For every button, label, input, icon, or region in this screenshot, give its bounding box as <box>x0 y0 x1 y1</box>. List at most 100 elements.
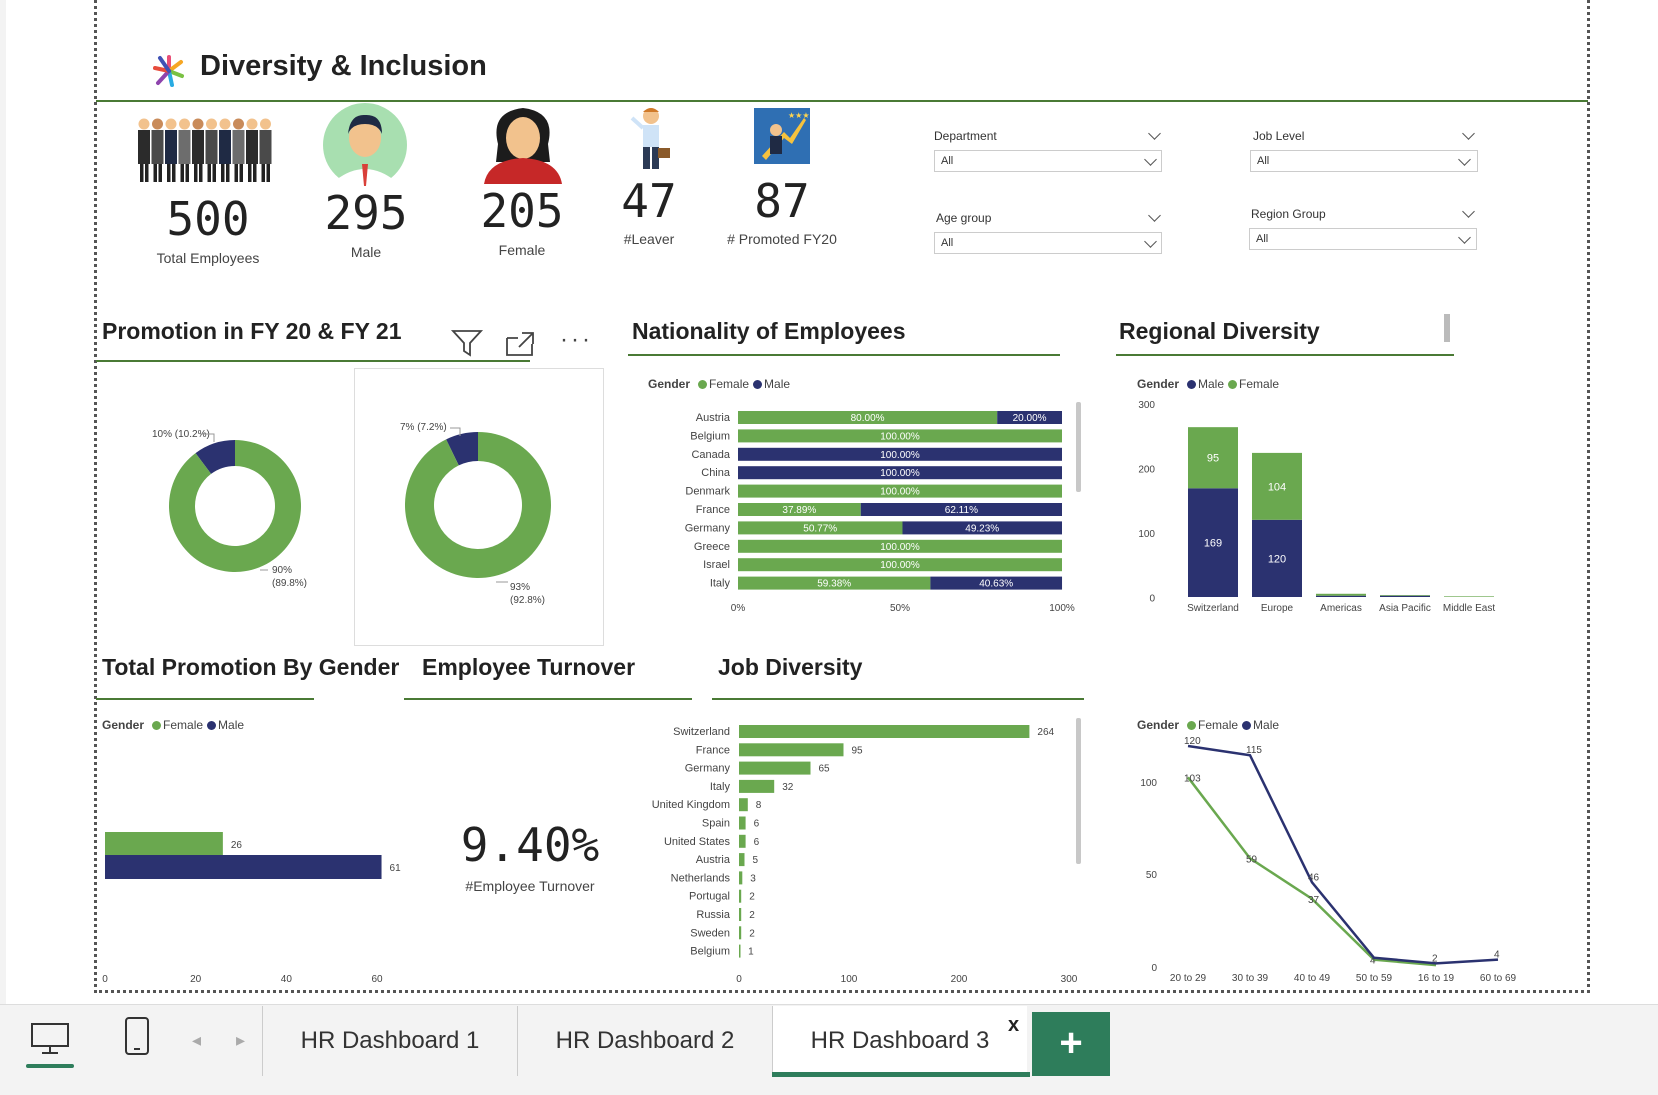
job-category-label: Russia <box>696 909 731 921</box>
promotion-data-label: 61 <box>390 863 402 874</box>
nationality-data-label: 59.38% <box>817 579 851 590</box>
age-data-label: 2 <box>1432 953 1438 964</box>
nationality-tick-label: 50% <box>890 603 910 614</box>
scrollbar-thumb <box>1076 718 1081 864</box>
job-bar <box>739 725 1030 738</box>
age-x-tick: 60 to 69 <box>1480 973 1517 984</box>
desktop-view-icon[interactable] <box>30 1022 70 1056</box>
job-category-label: Belgium <box>690 946 730 958</box>
regional-category-label: Switzerland <box>1187 603 1239 614</box>
regional-data-label: 104 <box>1268 481 1286 493</box>
job-data-label: 32 <box>782 782 794 793</box>
scrollbar-thumb <box>1076 402 1081 492</box>
nationality-category-label: Italy <box>710 578 731 590</box>
job-data-label: 95 <box>852 745 864 756</box>
charts-layer: 10% (10.2%)90%(89.8%)7% (7.2%)93%(92.8%)… <box>102 400 1517 985</box>
job-data-label: 2 <box>749 892 755 903</box>
age-data-label: 103 <box>1184 773 1201 784</box>
regional-y-tick: 0 <box>1149 594 1155 605</box>
age-data-label: 37 <box>1308 895 1320 906</box>
nationality-tick-label: 100% <box>1049 603 1075 614</box>
job-bar <box>739 798 748 812</box>
next-page-icon[interactable]: ▸ <box>236 1030 245 1051</box>
job-data-label: 3 <box>750 873 756 884</box>
age-x-tick: 50 to 59 <box>1356 973 1393 984</box>
age-data-label: 4 <box>1494 950 1500 961</box>
regional-category-label: Middle East <box>1443 603 1495 614</box>
tab-hr-dashboard-1[interactable]: HR Dashboard 1 <box>262 1006 517 1076</box>
nationality-category-label: China <box>701 467 731 479</box>
nationality-data-label: 40.63% <box>979 579 1013 590</box>
job-data-label: 2 <box>749 928 755 939</box>
regional-y-tick: 200 <box>1138 465 1155 476</box>
job-data-label: 1 <box>748 947 754 958</box>
nationality-data-label: 62.11% <box>945 505 978 516</box>
job-data-label: 6 <box>754 819 760 830</box>
add-page-button[interactable]: + <box>1032 1012 1110 1076</box>
regional-bar-male <box>1380 595 1430 597</box>
nationality-category-label: Greece <box>694 541 730 553</box>
job-bar <box>739 944 741 958</box>
nationality-category-label: Israel <box>703 559 730 571</box>
donut-label-female: 93% <box>510 582 530 593</box>
job-data-label: 6 <box>754 837 760 848</box>
job-data-label: 264 <box>1037 727 1054 738</box>
nationality-category-label: Germany <box>685 522 731 534</box>
job-category-label: France <box>696 744 730 756</box>
job-category-label: Austria <box>696 854 731 866</box>
regional-bar-male <box>1316 595 1366 597</box>
age-data-label: 115 <box>1246 745 1262 756</box>
job-data-label: 2 <box>749 910 755 921</box>
regional-y-tick: 300 <box>1138 400 1155 411</box>
nationality-data-label: 49.23% <box>965 523 999 534</box>
age-x-tick: 16 to 19 <box>1418 973 1455 984</box>
regional-y-tick: 100 <box>1138 529 1155 540</box>
promotion-x-tick: 0 <box>102 974 108 985</box>
promotion-x-tick: 60 <box>371 974 383 985</box>
donut-label-male: 7% (7.2%) <box>400 422 447 433</box>
nationality-data-label: 37.89% <box>782 505 816 516</box>
job-category-label: Portugal <box>689 891 730 903</box>
mobile-view-icon[interactable] <box>124 1016 150 1056</box>
nationality-data-label: 80.00% <box>851 413 885 424</box>
age-y-tick: 100 <box>1140 778 1157 789</box>
job-data-label: 65 <box>819 764 831 775</box>
age-y-tick: 0 <box>1151 963 1157 974</box>
nationality-data-label: 100.00% <box>880 468 920 479</box>
job-category-label: Italy <box>710 781 731 793</box>
tab-hr-dashboard-2[interactable]: HR Dashboard 2 <box>517 1006 772 1076</box>
age-data-label: 46 <box>1308 872 1320 883</box>
prev-page-icon[interactable]: ◂ <box>192 1030 201 1051</box>
regional-bar-female <box>1444 596 1494 597</box>
nationality-category-label: Austria <box>696 412 731 424</box>
job-bar <box>739 743 844 757</box>
job-x-tick: 200 <box>951 974 968 985</box>
job-category-label: Germany <box>685 763 731 775</box>
age-y-tick: 50 <box>1146 870 1158 881</box>
close-tab-icon[interactable]: x <box>1008 1014 1019 1037</box>
donut-label-female: 90% <box>272 565 292 576</box>
job-category-label: Switzerland <box>673 726 730 738</box>
nationality-tick-label: 0% <box>731 603 746 614</box>
job-x-tick: 300 <box>1061 974 1078 985</box>
age-x-tick: 40 to 49 <box>1294 973 1331 984</box>
nationality-data-label: 100.00% <box>880 487 920 498</box>
job-category-label: Spain <box>702 818 730 830</box>
nationality-data-label: 100.00% <box>880 542 920 553</box>
donut-slice-female <box>405 432 551 578</box>
job-bar <box>739 853 745 867</box>
nationality-data-label: 20.00% <box>1013 413 1047 424</box>
regional-bar-female <box>1380 595 1430 596</box>
age-data-label: 59 <box>1246 854 1258 865</box>
tab-hr-dashboard-3[interactable]: HR Dashboard 3 <box>772 1006 1027 1076</box>
age-line-female <box>1187 776 1437 967</box>
job-category-label: Sweden <box>690 927 730 939</box>
promotion-data-label: 26 <box>231 840 243 851</box>
job-bar <box>739 889 742 903</box>
age-x-tick: 30 to 39 <box>1232 973 1269 984</box>
age-data-label: 120 <box>1184 736 1201 747</box>
job-bar <box>739 834 746 848</box>
nationality-data-label: 100.00% <box>880 431 920 442</box>
nationality-category-label: Denmark <box>685 486 730 498</box>
promotion-x-tick: 20 <box>190 974 202 985</box>
